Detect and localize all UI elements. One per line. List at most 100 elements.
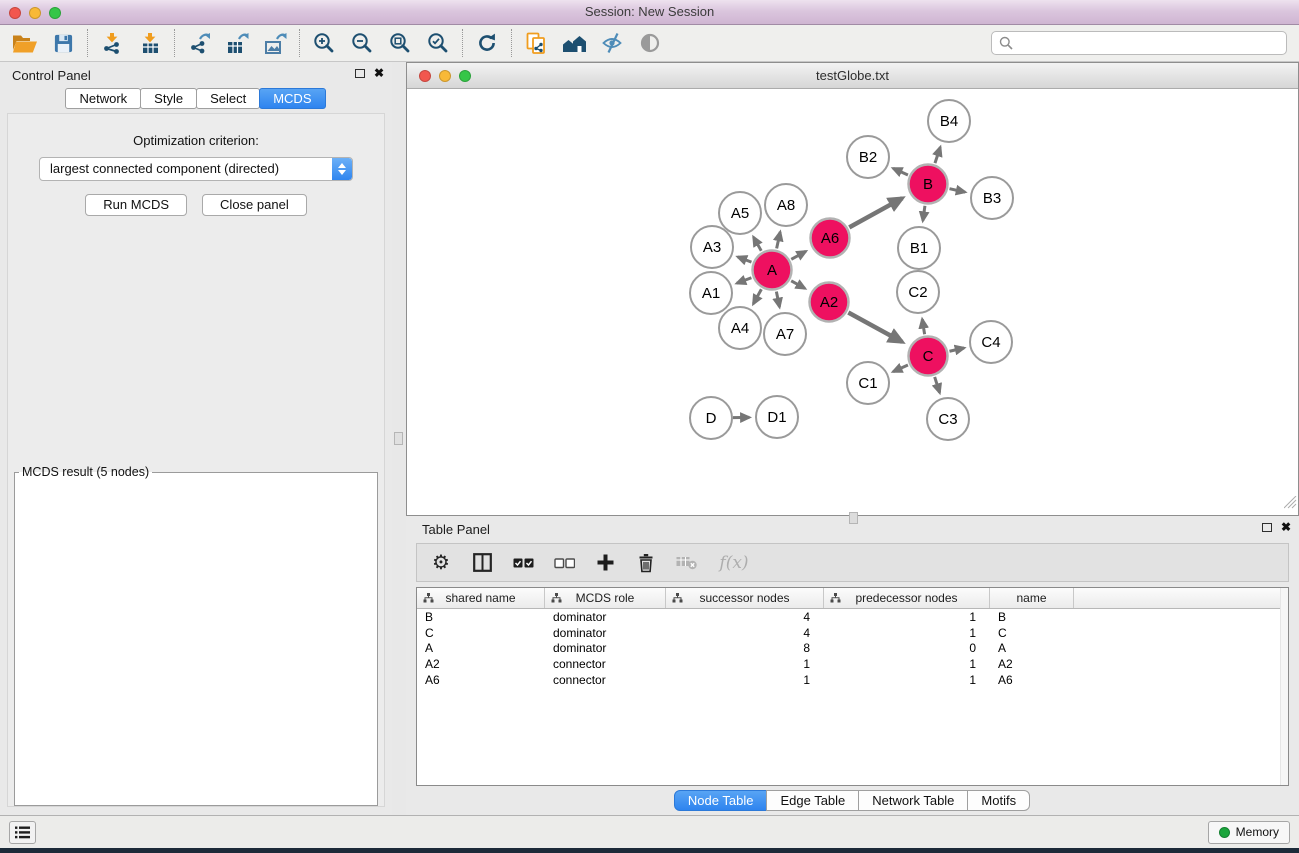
divider-handle[interactable] (394, 432, 403, 445)
column-header-name[interactable]: name (990, 588, 1074, 608)
graph-node-B2[interactable]: B2 (847, 136, 889, 178)
zoom-fit-button[interactable] (381, 27, 419, 59)
graph-node-C[interactable]: C (909, 337, 948, 376)
refresh-view-button[interactable] (468, 27, 506, 59)
network-canvas[interactable]: B4B2BB3A8A5A6A3B1AC2A1A2A4A7C4CC1D1DC3 (407, 89, 1298, 515)
graph-edge-A-A4[interactable] (753, 289, 761, 304)
show-graphics-details-button[interactable] (631, 27, 669, 59)
graph-edge-B-B2[interactable] (893, 168, 908, 175)
minimize-network-button[interactable] (439, 70, 451, 82)
float-panel-icon[interactable] (355, 69, 365, 78)
graph-edge-B-B4[interactable] (935, 147, 940, 163)
column-header-predecessor-nodes[interactable]: predecessor nodes (824, 588, 990, 608)
graph-node-A3[interactable]: A3 (691, 226, 733, 268)
search-box[interactable] (991, 31, 1287, 55)
graph-edge-C-C2[interactable] (922, 319, 924, 334)
resize-grip-icon[interactable] (1284, 496, 1297, 514)
graph-edge-A-A3[interactable] (738, 257, 752, 262)
graph-edge-A-A5[interactable] (754, 237, 762, 251)
graph-node-B1[interactable]: B1 (898, 227, 940, 269)
tab-edge-table[interactable]: Edge Table (766, 790, 859, 811)
search-input[interactable] (1018, 36, 1279, 50)
column-header-shared-name[interactable]: shared name (417, 588, 545, 608)
table-row[interactable]: Adominator80A (417, 641, 1288, 657)
zoom-out-button[interactable] (343, 27, 381, 59)
network-window-titlebar[interactable]: testGlobe.txt (407, 63, 1298, 89)
zoom-window-button[interactable] (49, 7, 61, 19)
close-network-button[interactable] (419, 70, 431, 82)
tab-style[interactable]: Style (140, 88, 197, 109)
graph-edge-B-B1[interactable] (923, 206, 925, 221)
function-builder-button[interactable]: f(x) (717, 551, 751, 575)
graph-edge-A-A6[interactable] (791, 251, 806, 259)
select-all-rows-button[interactable] (512, 551, 534, 575)
export-network-button[interactable] (180, 27, 218, 59)
graph-node-D[interactable]: D (690, 397, 732, 439)
column-header-successor-nodes[interactable]: successor nodes (666, 588, 824, 608)
close-table-panel-icon[interactable]: ✖ (1281, 522, 1291, 532)
table-options-button[interactable]: ⚙ (430, 551, 452, 575)
clone-network-button[interactable] (517, 27, 555, 59)
import-table-button[interactable] (131, 27, 169, 59)
graph-node-C1[interactable]: C1 (847, 362, 889, 404)
graph-node-A8[interactable]: A8 (765, 184, 807, 226)
memory-button[interactable]: Memory (1208, 821, 1290, 844)
graph-node-A2[interactable]: A2 (810, 283, 849, 322)
minimize-window-button[interactable] (29, 7, 41, 19)
run-mcds-button[interactable]: Run MCDS (85, 194, 187, 216)
panel-divider[interactable] (392, 62, 406, 815)
network-graph[interactable]: B4B2BB3A8A5A6A3B1AC2A1A2A4A7C4CC1D1DC3 (407, 89, 1298, 515)
graph-edge-A-A7[interactable] (776, 292, 779, 307)
table-row[interactable]: A6connector11A6 (417, 672, 1288, 688)
graph-edge-B-B3[interactable] (949, 189, 965, 192)
tab-network[interactable]: Network (65, 88, 141, 109)
criterion-select[interactable]: largest connected component (directed) (39, 157, 353, 181)
graph-edge-C-C1[interactable] (893, 365, 908, 372)
graph-node-A1[interactable]: A1 (690, 272, 732, 314)
close-window-button[interactable] (9, 7, 21, 19)
close-panel-icon[interactable]: ✖ (374, 68, 384, 78)
graph-edge-A-A8[interactable] (777, 232, 781, 249)
graph-edge-C-C3[interactable] (935, 377, 940, 393)
tab-node-table[interactable]: Node Table (674, 790, 768, 811)
table-row[interactable]: Bdominator41B (417, 609, 1288, 625)
task-history-button[interactable] (9, 821, 36, 844)
graph-node-B3[interactable]: B3 (971, 177, 1013, 219)
graph-edge-A6-B[interactable] (849, 198, 902, 227)
show-columns-button[interactable] (471, 551, 493, 575)
tab-network-table[interactable]: Network Table (858, 790, 968, 811)
save-session-button[interactable] (44, 27, 82, 59)
deselect-all-rows-button[interactable] (553, 551, 575, 575)
open-session-button[interactable] (6, 27, 44, 59)
table-row[interactable]: A2connector11A2 (417, 656, 1288, 672)
import-network-button[interactable] (93, 27, 131, 59)
graph-node-D1[interactable]: D1 (756, 396, 798, 438)
tab-motifs[interactable]: Motifs (967, 790, 1030, 811)
graph-edge-A-A2[interactable] (791, 281, 805, 289)
tab-select[interactable]: Select (196, 88, 260, 109)
zoom-network-button[interactable] (459, 70, 471, 82)
close-panel-button[interactable]: Close panel (202, 194, 307, 216)
graph-edge-A2-C[interactable] (848, 313, 902, 342)
export-table-button[interactable] (218, 27, 256, 59)
graph-node-A6[interactable]: A6 (811, 219, 850, 258)
table-row[interactable]: Cdominator41C (417, 625, 1288, 641)
home-layout-button[interactable] (555, 27, 593, 59)
graph-node-A[interactable]: A (753, 251, 792, 290)
float-table-panel-icon[interactable] (1262, 523, 1272, 532)
delete-table-button[interactable] (676, 551, 698, 575)
table-scrollbar[interactable] (1280, 588, 1288, 785)
zoom-selected-button[interactable] (419, 27, 457, 59)
graph-node-A5[interactable]: A5 (719, 192, 761, 234)
hide-graphics-details-button[interactable] (593, 27, 631, 59)
add-column-button[interactable] (594, 551, 616, 575)
graph-edge-C-C4[interactable] (949, 348, 964, 351)
graph-node-C3[interactable]: C3 (927, 398, 969, 440)
delete-column-button[interactable] (635, 551, 657, 575)
graph-node-C4[interactable]: C4 (970, 321, 1012, 363)
graph-node-A4[interactable]: A4 (719, 307, 761, 349)
graph-node-C2[interactable]: C2 (897, 271, 939, 313)
tab-mcds[interactable]: MCDS (259, 88, 325, 109)
graph-node-A7[interactable]: A7 (764, 313, 806, 355)
graph-node-B4[interactable]: B4 (928, 100, 970, 142)
